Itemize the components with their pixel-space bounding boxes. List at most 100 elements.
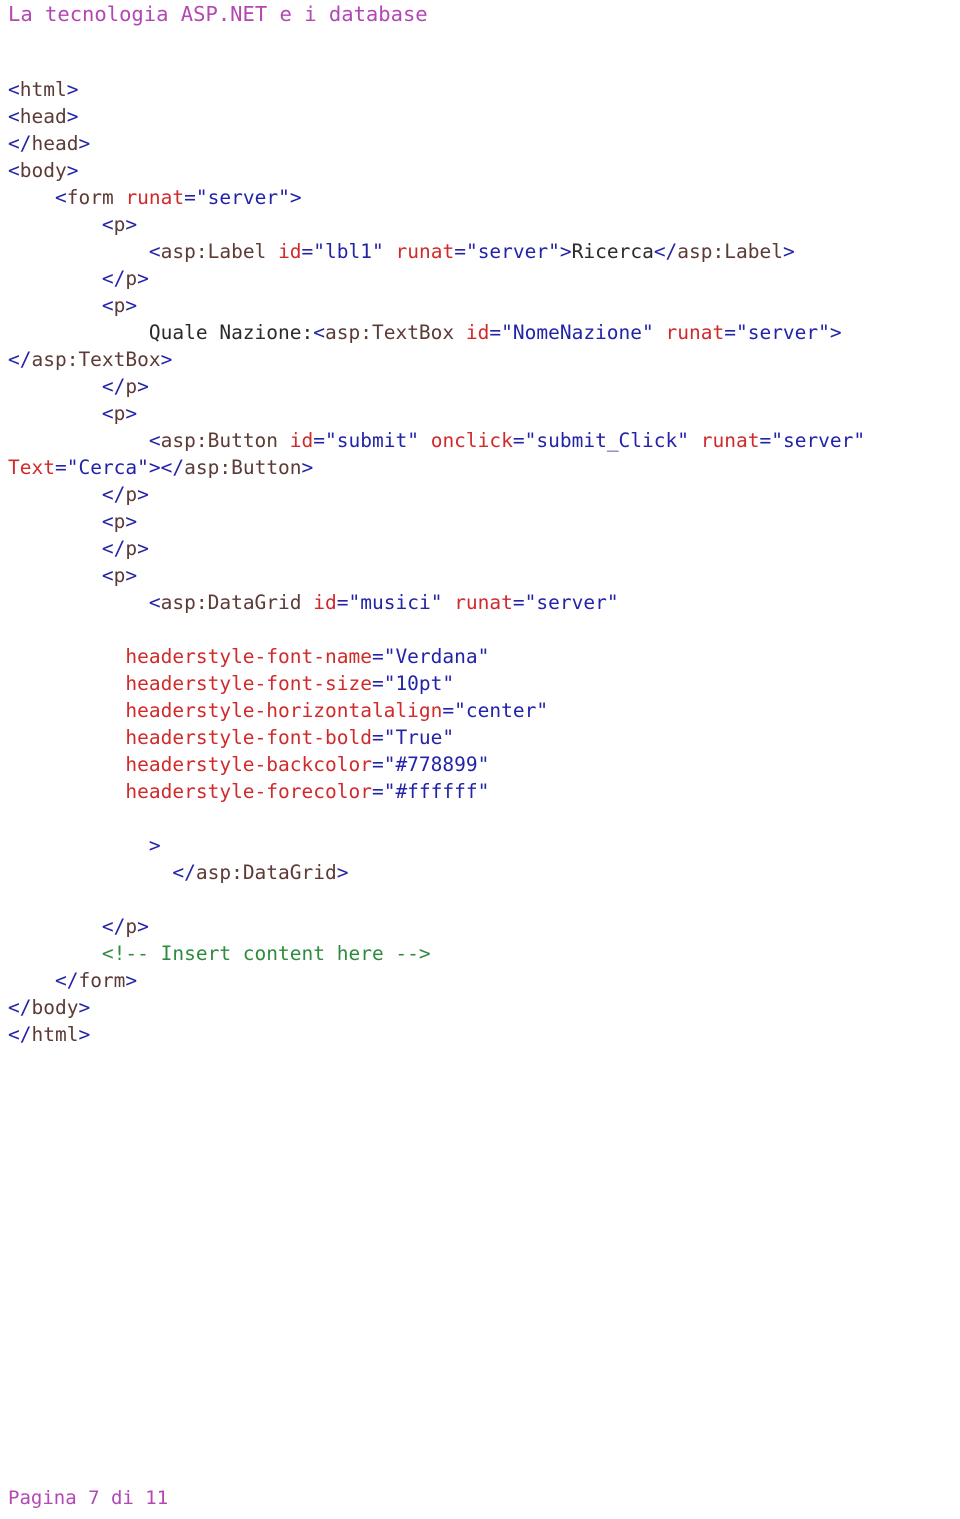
code-line: headerstyle-horizontalalign="center" — [8, 697, 960, 724]
code-token-punct: = — [184, 186, 196, 209]
code-line: </p> — [8, 481, 960, 508]
code-token-tag: html — [31, 1023, 79, 1046]
code-token-val: "Verdana" — [383, 645, 490, 668]
code-token-tag: body — [19, 159, 67, 182]
code-listing: <html> <head> </head> <body> <form runat="s… — [8, 76, 960, 1048]
code-token-punct: > — [559, 240, 572, 263]
code-token-tag: body — [31, 996, 79, 1019]
code-line: <asp:Button id="submit" onclick="submit_… — [8, 427, 960, 481]
code-token-punct: = — [512, 591, 525, 614]
code-token-tag: asp:TextBox — [31, 348, 161, 371]
code-token-text: Quale Nazione: — [148, 321, 314, 344]
code-token-tag: asp:TextBox — [325, 321, 455, 344]
code-token-punct: > — [66, 105, 79, 128]
code-token-attr: Text — [8, 456, 55, 479]
code-token-tag: head — [31, 132, 79, 155]
code-token-punct: > — [148, 834, 161, 857]
code-token-tag: asp:Button — [184, 456, 302, 479]
code-token-punct: < — [101, 564, 114, 587]
code-token-tag: p — [125, 375, 138, 398]
code-token-val: "server" — [524, 591, 619, 614]
code-token-punct: = — [512, 429, 525, 452]
code-token-attr: id — [278, 240, 302, 263]
code-token-attr: runat — [125, 186, 185, 209]
code-line: </p> — [8, 535, 960, 562]
code-line: <head> — [8, 103, 960, 130]
code-token-punct: < — [101, 402, 114, 425]
code-token-punct: < — [313, 321, 326, 344]
code-token-attr: runat — [395, 240, 455, 263]
code-line: </p> — [8, 265, 960, 292]
document-page: La tecnologia ASP.NET e i database <html… — [0, 0, 960, 1519]
code-token-tag: p — [113, 294, 126, 317]
code-token-val: "server" — [771, 429, 866, 452]
code-line: <p> — [8, 400, 960, 427]
code-token-tag: form — [78, 969, 126, 992]
code-token-punct: < — [101, 510, 114, 533]
code-token-punct: </ — [101, 915, 126, 938]
code-token-tag: p — [125, 537, 138, 560]
code-token-val: "server" — [195, 186, 290, 209]
code-token-attr: runat — [700, 429, 760, 452]
code-token-punct: = — [724, 321, 736, 344]
code-token-punct: = — [371, 753, 384, 776]
code-token-punct: </ — [101, 537, 126, 560]
code-token-tag: p — [113, 402, 126, 425]
code-token-tag: p — [113, 510, 126, 533]
code-line: </html> — [8, 1021, 960, 1048]
code-line: headerstyle-font-size="10pt" — [8, 670, 960, 697]
code-token-val: "Cerca" — [66, 456, 149, 479]
code-token-punct: < — [148, 240, 161, 263]
code-token-tag: asp:Label — [160, 240, 267, 263]
code-line: Quale Nazione:<asp:TextBox id="NomeNazio… — [8, 319, 960, 373]
code-token-punct: </ — [8, 132, 32, 155]
code-token-punct: < — [148, 429, 161, 452]
code-token-val: "10pt" — [383, 672, 455, 695]
code-token-val: "#ffffff" — [383, 780, 490, 803]
code-token-punct: </ — [54, 969, 79, 992]
page-footer: Pagina 7 di 11 — [8, 1487, 169, 1509]
code-line: <p> — [8, 508, 960, 535]
code-token-attr: onclick — [430, 429, 513, 452]
code-token-tag: asp:DataGrid — [160, 591, 302, 614]
code-token-punct: </ — [101, 375, 126, 398]
code-line: </p> — [8, 373, 960, 400]
code-token-punct: = — [54, 456, 67, 479]
code-token-punct: </ — [101, 483, 126, 506]
code-line: <asp:DataGrid id="musici" runat="server" — [8, 589, 960, 616]
code-line: headerstyle-forecolor="#ffffff" — [8, 778, 960, 805]
code-line: headerstyle-font-bold="True" — [8, 724, 960, 751]
code-line: </head> — [8, 130, 960, 157]
code-token-punct: > — [125, 969, 138, 992]
code-token-punct: > — [125, 294, 138, 317]
code-token-punct: > — [66, 159, 79, 182]
code-token-tag: head — [19, 105, 67, 128]
code-token-attr: runat — [665, 321, 725, 344]
code-token-attr: headerstyle-font-bold — [125, 726, 372, 749]
code-token-attr: headerstyle-font-name — [125, 645, 372, 668]
code-token-punct: </ — [8, 1023, 32, 1046]
code-token-punct: > — [336, 861, 349, 884]
code-token-punct: = — [371, 780, 384, 803]
code-token-val: "server" — [735, 321, 830, 344]
code-token-punct: = — [301, 240, 314, 263]
